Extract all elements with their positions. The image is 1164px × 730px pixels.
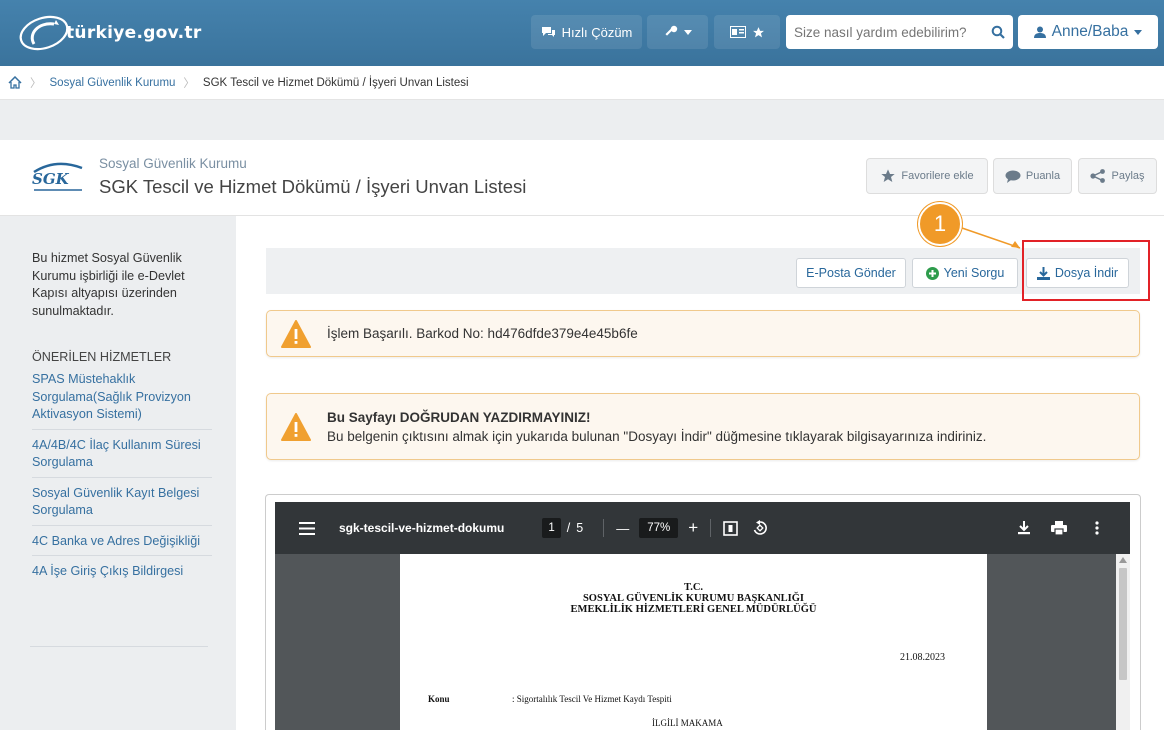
pdf-file-name: sgk-tescil-ve-hizmet-dokumu bbox=[339, 521, 505, 535]
breadcrumb-separator: 〉 bbox=[183, 77, 195, 90]
sgk-logo: SGK bbox=[30, 156, 86, 196]
print-warning-body: Bu belgenin çıktısını almak için yukarıd… bbox=[327, 428, 987, 444]
send-email-button[interactable]: E-Posta Gönder bbox=[796, 258, 906, 288]
print-icon[interactable] bbox=[1051, 521, 1067, 535]
callout-number-badge: 1 bbox=[918, 202, 962, 246]
document-heading-line1: T.C. bbox=[683, 582, 704, 593]
toolbar-divider bbox=[710, 519, 712, 537]
sidebar-item-drug-usage[interactable]: 4A/4B/4C İlaç Kullanım Süresi Sorgulama bbox=[32, 436, 212, 478]
pdf-page-separator: / bbox=[566, 521, 571, 535]
send-email-label: E-Posta Gönder bbox=[806, 266, 896, 280]
id-card-icon bbox=[729, 26, 746, 38]
recommended-services-heading: ÖNERİLEN HİZMETLER bbox=[32, 350, 172, 364]
quick-solution-label: Hızlı Çözüm bbox=[561, 24, 633, 40]
sgk-logo-text: SGK bbox=[32, 170, 69, 188]
plus-circle-icon bbox=[925, 266, 939, 280]
rotate-icon[interactable] bbox=[752, 520, 768, 536]
turkiye-gov-logo[interactable]: türkiye.gov.tr bbox=[14, 14, 202, 52]
breadcrumb-institution-link[interactable]: Sosyal Güvenlik Kurumu bbox=[50, 77, 176, 89]
breadcrumb: 〉 Sosyal Güvenlik Kurumu 〉 SGK Tescil ve… bbox=[0, 66, 1164, 100]
zoom-in-button[interactable]: + bbox=[688, 518, 698, 538]
print-warning-text: Bu Sayfayı DOĞRUDAN YAZDIRMAYINIZ! Bu be… bbox=[327, 408, 986, 446]
star-icon bbox=[881, 169, 896, 182]
zoom-level-input[interactable]: 77% bbox=[639, 518, 679, 538]
service-description: Bu hizmet Sosyal Güvenlik Kurumu işbirli… bbox=[32, 251, 185, 318]
rate-button[interactable]: Puanla bbox=[993, 158, 1072, 194]
success-alert: İşlem Başarılı. Barkod No: hd476dfde379e… bbox=[266, 310, 1140, 357]
logo-swoosh-icon bbox=[19, 15, 69, 51]
warning-icon bbox=[281, 412, 311, 441]
caret-down-icon bbox=[1134, 29, 1143, 35]
new-query-button[interactable]: Yeni Sorgu bbox=[912, 258, 1018, 288]
action-toolbar: E-Posta Gönder Yeni Sorgu Dosya İndir bbox=[266, 248, 1140, 294]
share-icon bbox=[1090, 169, 1106, 183]
print-warning-alert: Bu Sayfayı DOĞRUDAN YAZDIRMAYINIZ! Bu be… bbox=[266, 393, 1140, 460]
add-favorite-button[interactable]: Favorilere ekle bbox=[866, 158, 988, 194]
document-subject-value: : Sigortalılık Tescil Ve Hizmet Kaydı Te… bbox=[512, 694, 672, 704]
print-warning-title: Bu Sayfayı DOĞRUDAN YAZDIRMAYINIZ! bbox=[327, 409, 591, 425]
search-box bbox=[786, 15, 1013, 49]
user-icon bbox=[1033, 26, 1046, 38]
page-title: SGK Tescil ve Hizmet Dökümü / İşyeri Unv… bbox=[99, 176, 527, 197]
chat-icon bbox=[541, 27, 555, 37]
document-subject-label: Konu bbox=[428, 694, 450, 704]
sidebar-item-registration-certificate[interactable]: Sosyal Güvenlik Kayıt Belgesi Sorgulama bbox=[32, 484, 212, 526]
user-menu-button[interactable]: Anne/Baba bbox=[1018, 15, 1158, 49]
toolbar-divider bbox=[603, 519, 605, 537]
sidebar-item-spas[interactable]: SPAS Müstehaklık Sorgulama(Sağlık Proviz… bbox=[32, 370, 212, 430]
success-alert-text: İşlem Başarılı. Barkod No: hd476dfde379e… bbox=[327, 326, 638, 341]
pdf-page: T.C. SOSYAL GÜVENLİK KURUMU BAŞKANLIĞI E… bbox=[400, 554, 987, 730]
add-favorite-label: Favorilere ekle bbox=[901, 170, 974, 182]
pdf-scrollbar-thumb[interactable] bbox=[1119, 568, 1127, 680]
more-options-icon[interactable] bbox=[1095, 521, 1099, 535]
document-heading-line2: SOSYAL GÜVENLİK KURUMU BAŞKANLIĞI bbox=[582, 593, 805, 604]
pdf-toolbar: sgk-tescil-ve-hizmet-dokumu 1 / 5 — 77% … bbox=[275, 502, 1130, 554]
share-button[interactable]: Paylaş bbox=[1078, 158, 1157, 194]
document-date: 21.08.2023 bbox=[900, 652, 945, 663]
sidebar-content: Bu hizmet Sosyal Güvenlik Kurumu işbirli… bbox=[32, 250, 212, 592]
key-icon bbox=[664, 25, 677, 36]
search-icon[interactable] bbox=[991, 25, 1005, 39]
rate-label: Puanla bbox=[1025, 170, 1061, 182]
key-menu-button[interactable] bbox=[647, 15, 708, 49]
institution-name: Sosyal Güvenlik Kurumu bbox=[99, 156, 247, 171]
star-icon bbox=[752, 26, 764, 37]
new-query-label: Yeni Sorgu bbox=[943, 266, 1005, 280]
breadcrumb-current: SGK Tescil ve Hizmet Dökümü / İşyeri Unv… bbox=[202, 76, 469, 89]
zoom-out-button[interactable]: — bbox=[616, 521, 629, 536]
logo-text: türkiye.gov.tr bbox=[66, 23, 202, 43]
quick-solution-button[interactable]: Hızlı Çözüm bbox=[531, 15, 642, 49]
comment-icon bbox=[1005, 170, 1021, 183]
warning-icon bbox=[281, 319, 311, 348]
user-label: Anne/Baba bbox=[1051, 23, 1129, 40]
download-highlight-box bbox=[1022, 240, 1150, 301]
id-card-favorites-button[interactable] bbox=[714, 15, 780, 49]
download-icon[interactable] bbox=[1018, 521, 1030, 535]
breadcrumb-separator: 〉 bbox=[30, 77, 42, 90]
sidebar-item-employment-notice[interactable]: 4A İşe Giriş Çıkış Bildirgesi bbox=[32, 562, 212, 586]
document-addressee: İLGİLİ MAKAMA bbox=[652, 718, 723, 728]
pdf-total-pages: 5 bbox=[576, 521, 584, 535]
share-label: Paylaş bbox=[1111, 170, 1145, 182]
sidebar-divider bbox=[30, 646, 208, 647]
scroll-up-icon[interactable] bbox=[1119, 557, 1127, 563]
home-icon[interactable] bbox=[8, 76, 22, 89]
pdf-page-input[interactable]: 1 bbox=[542, 518, 561, 538]
fit-page-icon[interactable] bbox=[723, 520, 738, 536]
document-heading: T.C. SOSYAL GÜVENLİK KURUMU BAŞKANLIĞI E… bbox=[400, 582, 987, 615]
document-heading-line3: EMEKLİLİK HİZMETLERİ GENEL MÜDÜRLÜĞÜ bbox=[570, 604, 817, 615]
menu-icon[interactable] bbox=[299, 521, 315, 535]
search-input[interactable] bbox=[794, 24, 991, 40]
sidebar-item-bank-address[interactable]: 4C Banka ve Adres Değişikliği bbox=[32, 532, 212, 556]
sidebar: Bu hizmet Sosyal Güvenlik Kurumu işbirli… bbox=[0, 216, 236, 730]
top-navbar: türkiye.gov.tr Hızlı Çözüm Anne/Baba bbox=[0, 0, 1164, 66]
pdf-scrollbar[interactable] bbox=[1116, 554, 1130, 730]
page-header: SGK Sosyal Güvenlik Kurumu SGK Tescil ve… bbox=[0, 140, 1164, 216]
callout-arrow-icon bbox=[961, 227, 1021, 249]
caret-down-icon bbox=[683, 29, 692, 35]
grey-band bbox=[0, 100, 1164, 140]
